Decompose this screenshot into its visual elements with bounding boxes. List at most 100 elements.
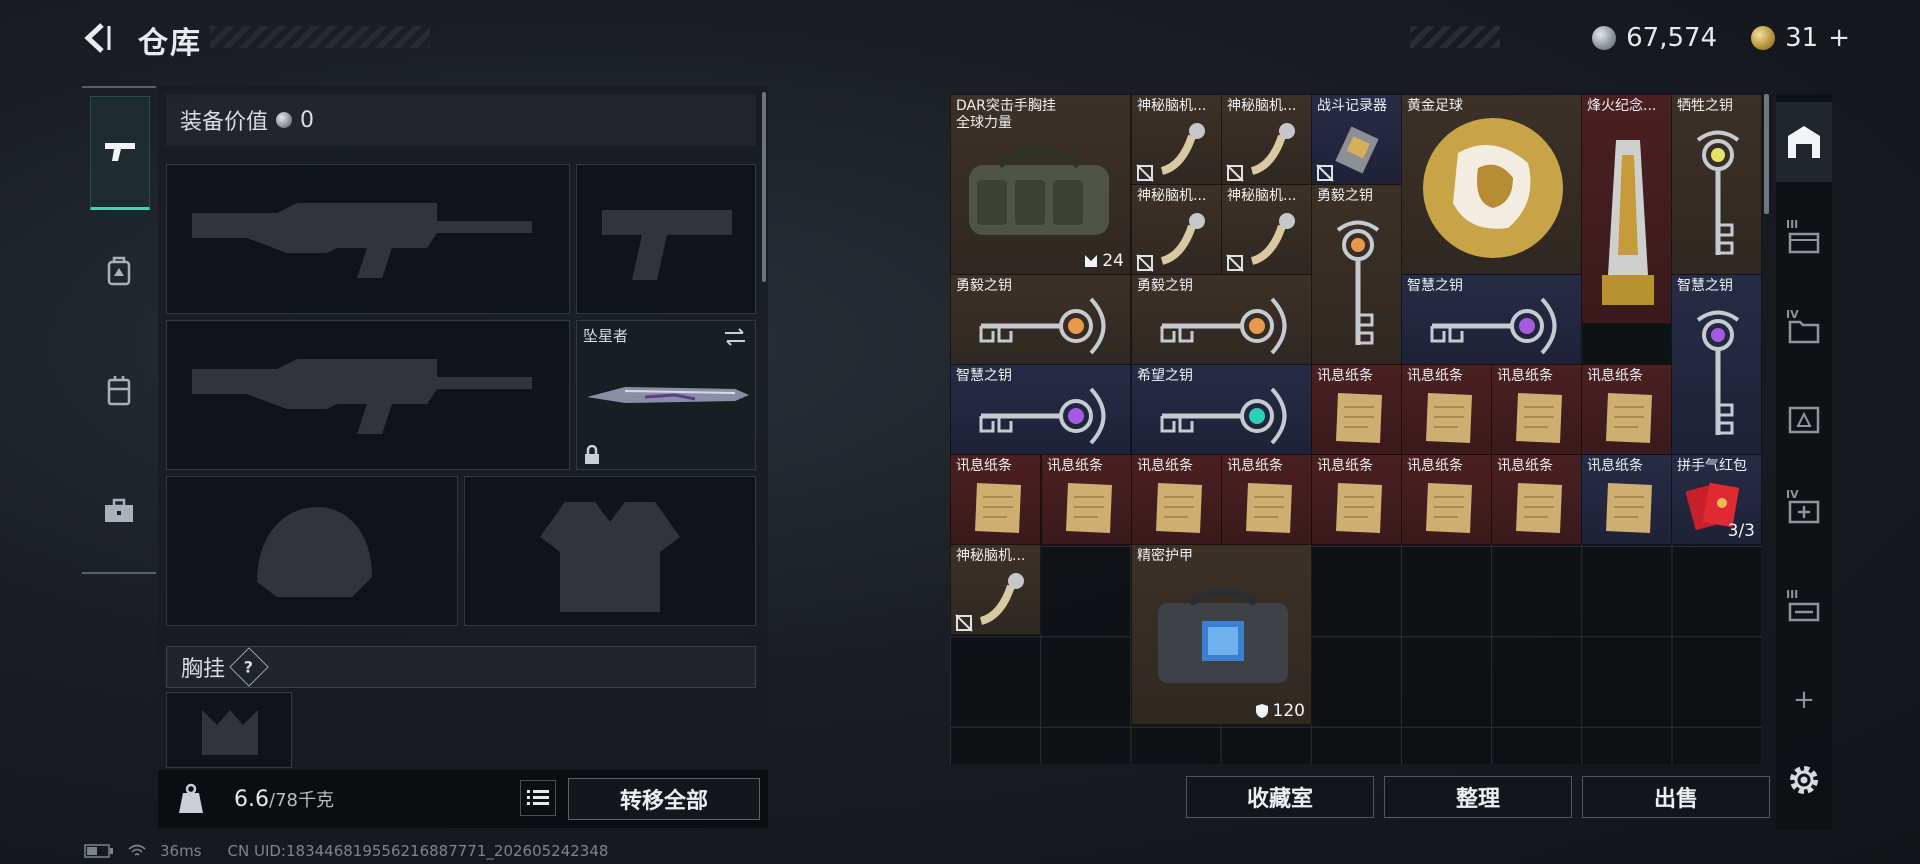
inventory-item[interactable]: 讯息纸条 — [1311, 454, 1402, 545]
tab-level: IV — [1786, 488, 1799, 501]
armor-slot[interactable] — [464, 476, 756, 626]
inventory-item[interactable]: 烽火纪念... — [1581, 94, 1672, 324]
inventory-item[interactable]: 讯息纸条 — [1311, 364, 1402, 455]
knife-icon — [587, 387, 749, 403]
no-trade-icon — [1226, 164, 1244, 182]
pistol-slot[interactable] — [576, 164, 756, 314]
sell-button[interactable]: 出售 — [1582, 776, 1770, 818]
no-trade-icon — [1136, 164, 1154, 182]
silver-coin-icon — [276, 112, 293, 128]
add-storage-button[interactable]: + — [1776, 660, 1832, 740]
paper-note-icon — [1426, 393, 1472, 443]
item-name: 精密护甲 — [1137, 548, 1193, 564]
inventory-item[interactable]: 讯息纸条 — [1401, 454, 1492, 545]
brain-implant-icon — [1160, 123, 1205, 175]
transfer-all-button[interactable]: 转移全部 — [568, 778, 760, 820]
ping-readout: 36ms — [160, 842, 202, 860]
item-name: 神秘脑机... — [1137, 188, 1207, 204]
item-name: 拼手气红包 — [1677, 458, 1747, 474]
armor-case-icon — [1158, 588, 1288, 683]
item-name: 神秘脑机... — [1227, 98, 1297, 114]
paper-note-icon — [1516, 393, 1562, 443]
category-backpack[interactable] — [90, 216, 148, 326]
tab-storage-4[interactable]: IV — [1776, 470, 1832, 550]
tab-storage-3[interactable] — [1776, 380, 1832, 460]
inventory-item[interactable]: 智慧之钥 — [1401, 274, 1582, 365]
help-icon[interactable]: ? — [229, 647, 269, 687]
weight-max: /78千克 — [269, 790, 334, 811]
inventory-item[interactable]: 智慧之钥 — [1671, 274, 1762, 455]
rifle-silhouette-icon — [192, 359, 532, 434]
inventory-item[interactable]: 希望之钥 — [1131, 364, 1312, 455]
melee-slot[interactable]: 坠星者 — [576, 320, 756, 470]
inventory-item[interactable]: 牺牲之钥 — [1671, 94, 1762, 275]
inventory-item[interactable]: 讯息纸条 — [950, 454, 1041, 545]
item-name: 讯息纸条 — [1317, 458, 1373, 474]
item-name: 讯息纸条 — [1047, 458, 1103, 474]
add-currency-button[interactable]: + — [1828, 23, 1850, 53]
inventory-item[interactable]: 神秘脑机... — [1131, 94, 1222, 185]
tab-level: III — [1786, 588, 1799, 601]
inventory-item[interactable]: 智慧之钥 — [950, 364, 1131, 455]
tab-storage-2[interactable]: IV — [1776, 290, 1832, 370]
paper-note-icon — [1336, 483, 1382, 533]
item-name: 神秘脑机... — [1227, 188, 1297, 204]
inventory-item[interactable]: 讯息纸条 — [1221, 454, 1312, 545]
inventory-item[interactable]: 讯息纸条 — [1401, 364, 1492, 455]
tab-storage-5[interactable]: III — [1776, 570, 1832, 650]
equipment-value-amount: 0 — [300, 107, 315, 133]
inventory-item[interactable]: 讯息纸条 — [1491, 364, 1582, 455]
key-horizontal-icon — [979, 387, 1106, 445]
inventory-item[interactable]: 勇毅之钥 — [1131, 274, 1312, 365]
item-name: 讯息纸条 — [1317, 368, 1373, 384]
secondary-weapon-slot[interactable] — [166, 320, 570, 470]
inventory-item[interactable]: 勇毅之钥 — [1311, 184, 1402, 365]
no-trade-icon — [955, 614, 973, 632]
primary-weapon-slot[interactable] — [166, 164, 570, 314]
shield-icon — [1255, 704, 1268, 718]
silver-coin-icon — [1592, 26, 1617, 50]
durability-badge: 120 — [1255, 701, 1305, 721]
inventory-item[interactable]: 黄金足球 — [1401, 94, 1582, 275]
paper-note-icon — [1606, 393, 1652, 443]
inventory-item[interactable]: 神秘脑机... — [950, 544, 1041, 635]
inventory-item[interactable]: 讯息纸条 — [1131, 454, 1222, 545]
collection-room-button[interactable]: 收藏室 — [1186, 776, 1374, 818]
warehouse-icon — [1788, 126, 1820, 158]
key-horizontal-icon — [1160, 387, 1287, 445]
category-chest-rig[interactable] — [90, 336, 148, 446]
inventory-item[interactable]: 拼手气红包 3/3 — [1671, 454, 1762, 545]
equipment-value-label: 装备价值 — [180, 110, 269, 135]
inventory-item[interactable]: 神秘脑机... — [1221, 184, 1312, 275]
list-view-button[interactable] — [520, 780, 556, 816]
inventory-item[interactable]: 勇毅之钥 — [950, 274, 1131, 365]
key-horizontal-icon — [1160, 297, 1287, 355]
chest-rig-header: 胸挂 ? — [166, 646, 756, 688]
inventory-item[interactable]: 讯息纸条 — [1581, 454, 1672, 545]
chest-rig-slot[interactable] — [166, 692, 292, 768]
inventory-item[interactable]: 精密护甲 120 — [1131, 544, 1312, 725]
item-name: 讯息纸条 — [1497, 368, 1553, 384]
lock-icon — [585, 445, 599, 464]
category-weapons[interactable] — [90, 96, 150, 210]
back-button[interactable] — [80, 20, 116, 56]
item-name: 讯息纸条 — [1407, 368, 1463, 384]
tab-main-storage[interactable] — [1776, 102, 1832, 182]
vest-silhouette-icon — [540, 502, 680, 612]
settings-button[interactable] — [1776, 740, 1832, 820]
tab-storage-1[interactable]: III — [1776, 200, 1832, 280]
inventory-scrollbar[interactable] — [1764, 94, 1769, 214]
equipment-scrollbar[interactable] — [762, 92, 766, 282]
inventory-item[interactable]: 神秘脑机... — [1131, 184, 1222, 275]
category-toolbox[interactable] — [90, 456, 148, 566]
inventory-item[interactable]: 战斗记录器 — [1311, 94, 1402, 185]
inventory-item[interactable]: DAR突击手胸挂 全球力量 24 — [950, 94, 1131, 275]
inventory-item[interactable]: 讯息纸条 — [1581, 364, 1672, 455]
inventory-item[interactable]: 神秘脑机... — [1221, 94, 1312, 185]
organize-button[interactable]: 整理 — [1384, 776, 1572, 818]
no-trade-icon — [1136, 254, 1154, 272]
inventory-item[interactable]: 讯息纸条 — [1491, 454, 1582, 545]
inventory-item[interactable]: 讯息纸条 — [1041, 454, 1132, 545]
helmet-slot[interactable] — [166, 476, 458, 626]
swap-icon[interactable] — [723, 327, 747, 347]
